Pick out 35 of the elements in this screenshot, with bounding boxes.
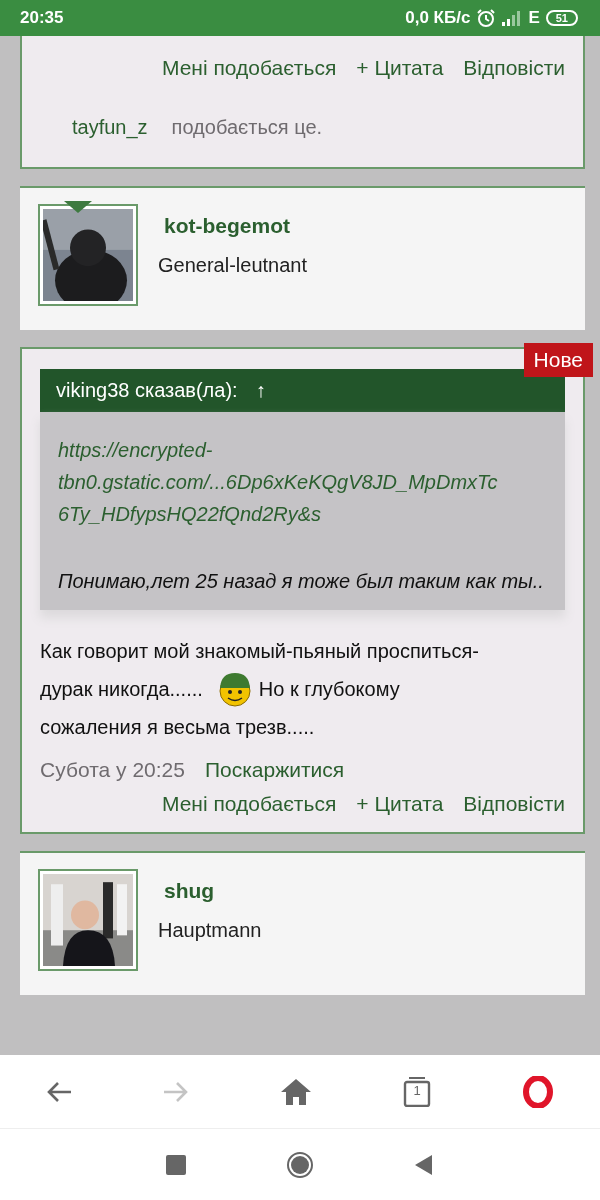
post-text: сожаления я весьма трезв..... (40, 715, 315, 740)
smiley-icon (216, 670, 253, 708)
post-text: дурак никогда...... (40, 677, 203, 702)
post-action-link[interactable]: + Цитата (356, 792, 444, 816)
quote-link[interactable]: https://encrypted- tbn0.gstatic.com/...6Dp6xKeKQgV8JD_MpDmxTc 6Ty_HDfypsHQ22fQnd2Ry&s (58, 434, 547, 530)
opera-logo-icon[interactable] (522, 1075, 555, 1108)
report-link[interactable]: Поскаржитися (204, 758, 345, 782)
author-name[interactable]: shug (164, 879, 262, 903)
home-icon[interactable] (279, 1077, 312, 1106)
post-action-link[interactable]: Відповісти (463, 56, 565, 80)
alarm-icon (476, 8, 497, 28)
post-action-link[interactable]: + Цитата (356, 56, 444, 80)
post-action-link[interactable]: Відповісти (463, 792, 565, 816)
likes-text: подобається це. (171, 116, 323, 139)
post-date: Субота у 20:25 (40, 758, 185, 782)
author-name[interactable]: kot-begemot (164, 214, 307, 238)
network-speed: 0,0 КБ/с (405, 8, 471, 28)
network-type: E (528, 8, 540, 28)
post-action-link[interactable]: Мені подобається (161, 56, 337, 80)
battery-level: 51 (545, 10, 578, 26)
author-rank: Hauptmann (158, 919, 262, 942)
post-text: Как говорит мой знакомый-пьяный проспиться- (40, 639, 479, 664)
post-text: Но к глубокому (258, 677, 400, 702)
new-badge: Нове (523, 343, 593, 377)
home-icon[interactable] (286, 1151, 314, 1179)
username-link[interactable]: tayfun_z (72, 116, 148, 139)
signal-icon (502, 10, 523, 26)
clock: 20:35 (20, 8, 64, 28)
back-icon[interactable] (414, 1154, 434, 1176)
back-icon[interactable] (45, 1080, 72, 1103)
post-action-link[interactable]: Мені подобається (161, 792, 337, 816)
quote-source-link[interactable]: ↑ (255, 379, 266, 402)
author-rank: General-leutnant (158, 254, 307, 277)
quote-text: Понимаю,лет 25 назад я тоже был таким как ты.. (58, 569, 545, 594)
quote-author: viking38 сказав(ла): (56, 379, 238, 402)
